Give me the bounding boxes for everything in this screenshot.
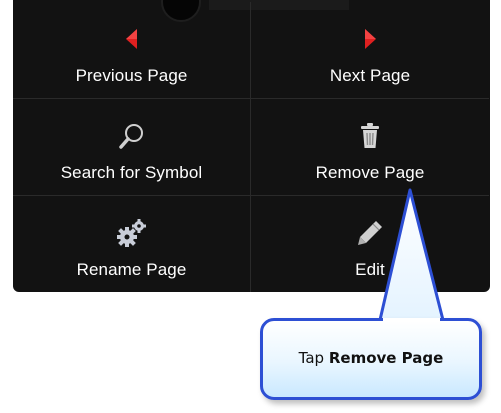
menu-item-label: Search for Symbol <box>60 163 203 182</box>
menu-item-rename-page[interactable]: Rename Page <box>13 196 251 292</box>
trash-icon <box>353 119 387 153</box>
pencil-icon <box>353 216 387 250</box>
menu-item-label: Previous Page <box>75 66 188 85</box>
search-icon <box>115 119 149 153</box>
menu-item-remove-page[interactable]: Remove Page <box>251 99 489 196</box>
menu-item-edit[interactable]: Edit <box>251 196 489 292</box>
menu-item-previous-page[interactable]: Previous Page <box>13 2 251 99</box>
left-arrow-icon <box>115 22 149 56</box>
options-menu: Previous Page Next Page Search for Symbo… <box>13 0 490 292</box>
right-arrow-icon <box>353 22 387 56</box>
callout-joint <box>383 318 440 322</box>
gears-icon <box>115 216 149 250</box>
menu-item-label: Remove Page <box>315 163 425 182</box>
menu-item-search-for-symbol[interactable]: Search for Symbol <box>13 99 251 196</box>
callout-emphasis: Remove Page <box>328 349 444 367</box>
menu-item-label: Edit <box>355 260 385 279</box>
callout-tooltip: Tap Remove Page <box>260 318 482 400</box>
callout-text: Tap Remove Page <box>263 349 479 367</box>
callout-prefix: Tap <box>298 349 329 367</box>
menu-item-label: Rename Page <box>76 260 187 279</box>
menu-item-next-page[interactable]: Next Page <box>251 2 489 99</box>
menu-item-label: Next Page <box>329 66 411 85</box>
